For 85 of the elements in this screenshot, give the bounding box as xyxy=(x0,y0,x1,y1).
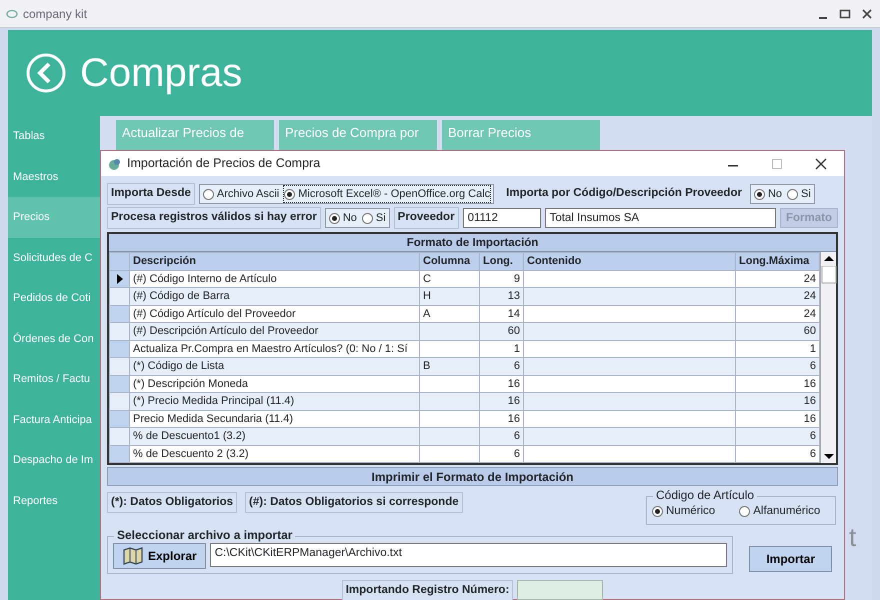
radio-option[interactable]: No xyxy=(328,210,357,226)
field-label: Procesa registros válidos si hay error xyxy=(107,207,321,229)
group-label: Seleccionar archivo a importar xyxy=(114,528,296,542)
table-cell: (*) Descripción Moneda xyxy=(130,375,420,392)
table-cell: 16 xyxy=(736,392,820,410)
table-cell: 14 xyxy=(480,305,524,322)
column-header[interactable]: Descripción xyxy=(130,252,420,270)
radio-option[interactable]: No xyxy=(754,186,782,202)
window-title: company kit xyxy=(23,6,88,22)
text-field[interactable]: Total Insumos SA xyxy=(544,208,776,228)
radio-option[interactable]: Si xyxy=(362,210,386,226)
radio-option[interactable]: Archivo Ascii xyxy=(202,186,280,202)
table-cell: (*) Precio Medida Principal (11.4) xyxy=(130,392,420,410)
close-icon[interactable] xyxy=(860,6,874,20)
table-cell: 24 xyxy=(736,288,820,305)
table-cell: 6 xyxy=(736,445,820,462)
table-cell: B xyxy=(420,358,480,375)
radio-option[interactable]: Microsoft Excel® - OpenOffice.org Calc xyxy=(284,186,490,202)
table-cell: 16 xyxy=(736,410,820,428)
app-icon xyxy=(6,8,18,18)
table-cell: C xyxy=(420,270,480,288)
table-cell: (#) Código de Barra xyxy=(130,288,420,305)
group-label: Código de Artículo xyxy=(653,488,758,502)
table-cell xyxy=(420,410,480,428)
table-cell xyxy=(420,428,480,445)
table-cell: (#) Descripción Artículo del Proveedor xyxy=(130,322,420,340)
table-cell: 60 xyxy=(736,322,820,340)
table-cell: 13 xyxy=(480,288,524,305)
close-icon[interactable] xyxy=(814,156,828,170)
table-cell: (#) Código Interno de Artículo xyxy=(130,270,420,288)
import-button[interactable]: Importar xyxy=(749,546,832,572)
table-cell: 6 xyxy=(480,428,524,445)
table-cell: 24 xyxy=(736,305,820,322)
table-cell: H xyxy=(420,288,480,305)
legend-label: (#): Datos Obligatorios si corresponde xyxy=(245,492,463,514)
page-title: Compras xyxy=(80,50,242,97)
table-cell: 1 xyxy=(480,340,524,358)
map-icon xyxy=(122,546,144,566)
radio-option[interactable]: Alfanumérico xyxy=(739,503,820,520)
current-row-icon xyxy=(114,272,124,285)
back-icon[interactable] xyxy=(26,53,66,93)
maximize-icon xyxy=(770,156,784,170)
field-label: Proveedor xyxy=(394,207,459,229)
table-cell: 16 xyxy=(480,375,524,392)
progress-label: Importando Registro Número: xyxy=(342,580,514,600)
table-cell: 9 xyxy=(480,270,524,288)
grid-title: Formato de Importación xyxy=(109,234,836,252)
column-header[interactable]: Contenido xyxy=(524,252,736,270)
table-cell xyxy=(420,375,480,392)
field-label: Importa Desde xyxy=(107,183,195,205)
table-cell: 16 xyxy=(480,392,524,410)
table-cell: % de Descuento 2 (3.2) xyxy=(130,445,420,462)
column-header[interactable]: Columna xyxy=(420,252,480,270)
table-cell: 6 xyxy=(480,445,524,462)
text-field[interactable]: 01112 xyxy=(462,208,541,228)
dialog-title: Importación de Precios de Compra xyxy=(127,155,320,172)
legend-label: (*): Datos Obligatorios xyxy=(107,492,238,514)
row-indicator[interactable] xyxy=(110,270,130,288)
radio-option[interactable]: Numérico xyxy=(652,503,716,520)
table-cell: % de Descuento1 (3.2) xyxy=(130,428,420,445)
table-cell: 16 xyxy=(736,375,820,392)
table-cell: Precio Medida Secundaria (11.4) xyxy=(130,410,420,428)
column-header[interactable]: Long.Máxima xyxy=(736,252,820,270)
table-cell xyxy=(420,445,480,462)
table-cell: (*) Código de Lista xyxy=(130,358,420,375)
table-cell: 6 xyxy=(480,358,524,375)
browse-button[interactable]: Explorar xyxy=(113,543,206,569)
table-cell: 1 xyxy=(736,340,820,358)
scroll-thumb[interactable] xyxy=(820,266,836,284)
print-format-button[interactable]: Imprimir el Formato de Importación xyxy=(107,467,838,486)
table-cell: A xyxy=(420,305,480,322)
logo-text: t xyxy=(849,521,856,554)
table-cell xyxy=(420,392,480,410)
table-cell: (#) Código Artículo del Proveedor xyxy=(130,305,420,322)
table-cell: 60 xyxy=(480,322,524,340)
table-cell: 6 xyxy=(736,358,820,375)
table-cell: 6 xyxy=(736,428,820,445)
dialog-icon xyxy=(107,156,121,170)
radio-option[interactable]: Si xyxy=(787,186,811,202)
table-cell: Actualiza Pr.Compra en Maestro Artículos? (0: No / 1: Sí xyxy=(130,340,420,358)
table-cell xyxy=(420,340,480,358)
table-cell: 16 xyxy=(480,410,524,428)
path-field[interactable]: C:\CKit\CKitERPManager\Archivo.txt xyxy=(210,543,728,567)
table-cell xyxy=(420,322,480,340)
column-header[interactable]: Long. xyxy=(480,252,524,270)
